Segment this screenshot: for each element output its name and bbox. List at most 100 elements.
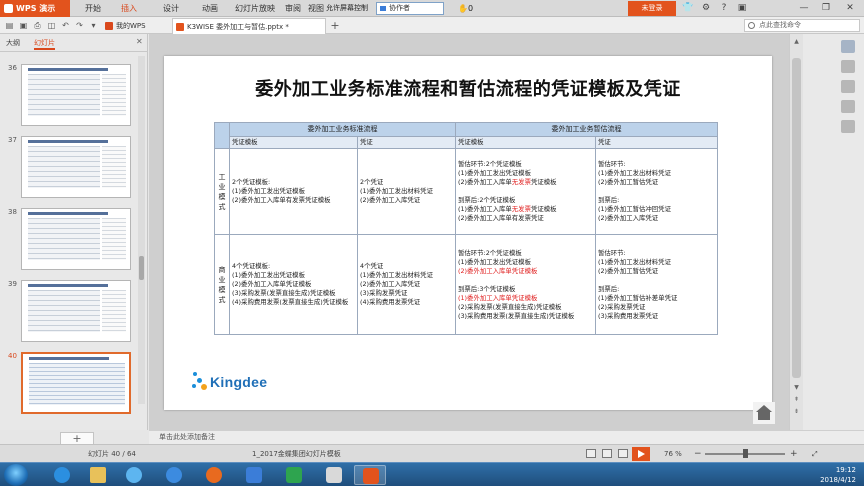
tab-slides[interactable]: 幻灯片	[34, 37, 55, 50]
wps-presentation-taskbar-icon[interactable]	[354, 465, 386, 485]
design-icon[interactable]	[841, 80, 855, 93]
firefox-taskbar-icon[interactable]	[198, 465, 230, 485]
next-slide-icon[interactable]: ⇟	[792, 408, 801, 415]
vertical-scrollbar[interactable]: ▲ ▼ ⇞ ⇟	[789, 34, 803, 430]
feedback-icon[interactable]: ⚙	[698, 0, 714, 17]
kingdee-logo-icon	[192, 370, 210, 392]
minimize-icon[interactable]: —	[796, 0, 812, 17]
media-player-taskbar-icon[interactable]	[118, 465, 150, 485]
thumbnail-image	[21, 208, 131, 270]
normal-view-icon[interactable]	[586, 449, 596, 458]
login-button[interactable]: 未登录	[628, 1, 676, 16]
scrollbar-thumb[interactable]	[139, 256, 144, 280]
menu-view[interactable]: 视图	[306, 0, 326, 17]
explorer-taskbar-icon[interactable]	[82, 465, 114, 485]
restore-icon[interactable]: ❐	[818, 0, 834, 17]
hand-icon: ✋	[458, 4, 468, 13]
right-toolbar	[803, 34, 864, 430]
pptx-file-icon	[176, 23, 184, 31]
slide-sorter-icon[interactable]	[602, 449, 612, 458]
reading-view-icon[interactable]	[618, 449, 628, 458]
sogou-taskbar-icon[interactable]	[158, 465, 190, 485]
zoom-level: 76 %	[664, 450, 682, 458]
share-icon[interactable]	[841, 120, 855, 133]
animation-pane-icon[interactable]	[841, 100, 855, 113]
slide-title[interactable]: 委外加工业务标准流程和暂估流程的凭证模板及凭证	[164, 75, 772, 101]
collaborator-select[interactable]: 协作者	[376, 2, 444, 15]
cell-r1-std-template: 2个凭证模板: (1)委外加工发出凭证模板 (2)委外加工入库单有发票凭证模板	[229, 148, 358, 235]
save-icon[interactable]: ▣	[18, 20, 29, 31]
slide-thumbnail[interactable]: 36	[0, 64, 148, 128]
tab-document[interactable]: K3WISE 委外加工与暂估.pptx *	[172, 18, 326, 34]
help-icon[interactable]: ?	[716, 0, 732, 17]
menu-animation[interactable]: 动画	[199, 0, 221, 17]
slide-thumbnail[interactable]: 37	[0, 136, 148, 200]
slide-thumbnail[interactable]: 38	[0, 208, 148, 272]
zoom-out-icon[interactable]: −	[694, 445, 702, 463]
wps-spreadsheet-taskbar-icon[interactable]	[278, 465, 310, 485]
close-icon[interactable]: ✕	[842, 0, 858, 17]
menu-design[interactable]: 设计	[160, 0, 182, 17]
fit-window-icon[interactable]: ⤢	[812, 445, 818, 463]
zoom-slider-thumb[interactable]	[743, 449, 748, 458]
slide[interactable]: 委外加工业务标准流程和暂估流程的凭证模板及凭证 委外加工业务标准流程 委外加工业…	[164, 56, 775, 424]
print-icon[interactable]: ⎙	[32, 20, 43, 31]
cell-r1-est-template: 暂估环节:2个凭证模板 (1)委外加工发出凭证模板 (2)委外加工入库单无发票凭证…	[455, 148, 596, 235]
row-label-industrial: 工业模式	[214, 148, 230, 235]
wps-writer-taskbar-icon[interactable]	[238, 465, 270, 485]
header-voucher: 凭证	[357, 136, 456, 149]
menu-insert[interactable]: 插入	[118, 0, 140, 17]
new-tab-button[interactable]: +	[328, 18, 342, 34]
header-template: 凭证模板	[455, 136, 596, 149]
app-menu-button[interactable]: WPS 演示	[0, 0, 70, 17]
skin-icon[interactable]: 👕	[680, 0, 696, 17]
panel-tabs: 大纲 幻灯片 ✕	[0, 34, 148, 52]
system-clock[interactable]: 19:12 2018/4/12	[766, 465, 856, 485]
thumbnail-image	[21, 136, 131, 198]
scroll-up-icon[interactable]: ▲	[792, 38, 801, 45]
menu-review[interactable]: 审阅	[282, 0, 304, 17]
cell-r2-std-template: 4个凭证模板: (1)委外加工发出凭证模板 (2)委外加工入库单凭证模板 (3)采购发…	[229, 234, 358, 335]
scroll-down-icon[interactable]: ▼	[792, 384, 801, 391]
slides-panel: 大纲 幻灯片 ✕ 36 37 38 39 40 +	[0, 34, 148, 445]
notes-area[interactable]: 单击此处添加备注	[149, 430, 864, 444]
window-mode-icon[interactable]: ▣	[734, 0, 750, 17]
play-slideshow-button[interactable]	[632, 447, 650, 461]
panel-close-icon[interactable]: ✕	[136, 37, 143, 46]
ie-taskbar-icon[interactable]	[46, 465, 78, 485]
panel-scrollbar[interactable]	[138, 56, 145, 404]
scrollbar-thumb[interactable]	[792, 58, 801, 378]
slide-thumbnail-selected[interactable]: 40	[0, 352, 148, 416]
undo-icon[interactable]: ↶	[60, 20, 71, 31]
start-button[interactable]	[4, 464, 28, 486]
tab-my-wps[interactable]: 我的WPS	[102, 18, 170, 34]
cell-r2-std-voucher: 4个凭证 (1)委外加工发出材料凭证 (2)委外加工入库凭证 (3)采购发票凭证 (4)…	[357, 234, 456, 335]
tab-outline[interactable]: 大纲	[6, 37, 20, 50]
screen-share-icon	[380, 6, 386, 11]
raise-hand-button[interactable]: ✋0	[458, 1, 484, 16]
home-icon[interactable]	[753, 402, 775, 424]
logo-text: Kingdee	[210, 374, 268, 390]
redo-icon[interactable]: ↷	[74, 20, 85, 31]
template-name: 1_2017金蝶集团幻灯片模板	[252, 450, 341, 458]
status-bar: 幻灯片 40 / 64 1_2017金蝶集团幻灯片模板 76 % − + ⤢	[0, 444, 864, 462]
folder-icon[interactable]: ▤	[4, 20, 15, 31]
app-taskbar-icon[interactable]	[318, 465, 350, 485]
menu-home[interactable]: 开始	[82, 0, 104, 17]
preview-icon[interactable]: ◫	[46, 20, 57, 31]
cell-r1-est-voucher: 暂估环节: (1)委外加工发出材料凭证 (2)委外加工暂估凭证 到票后: (1)委外加…	[595, 148, 718, 235]
quick-access-dropdown-icon[interactable]: ▾	[88, 20, 99, 31]
header-estimate-flow: 委外加工业务暂估流程	[455, 122, 718, 137]
object-property-icon[interactable]	[841, 40, 855, 53]
menu-bar: WPS 演示 开始 插入 设计 动画 幻灯片放映 审阅 视图 允许屏幕控制 协作…	[0, 0, 864, 17]
process-table[interactable]: 委外加工业务标准流程 委外加工业务暂估流程 凭证模板 凭证 凭证模板 凭证 工业…	[214, 122, 718, 335]
menu-slideshow[interactable]: 幻灯片放映	[234, 0, 276, 17]
cell-r2-est-template: 暂估环节:2个凭证模板 (1)委外加工发出凭证模板 (2)委外加工入库单凭证模板 …	[455, 234, 596, 335]
play-icon	[638, 450, 645, 458]
zoom-in-icon[interactable]: +	[790, 445, 798, 463]
prev-slide-icon[interactable]: ⇞	[792, 396, 801, 403]
slide-thumbnail[interactable]: 39	[0, 280, 148, 344]
selection-pane-icon[interactable]	[841, 60, 855, 73]
command-search-input[interactable]: 点此查找命令	[744, 19, 860, 32]
tab-bar: ▤ ▣ ⎙ ◫ ↶ ↷ ▾ 我的WPS K3WISE 委外加工与暂估.pptx …	[0, 17, 864, 34]
